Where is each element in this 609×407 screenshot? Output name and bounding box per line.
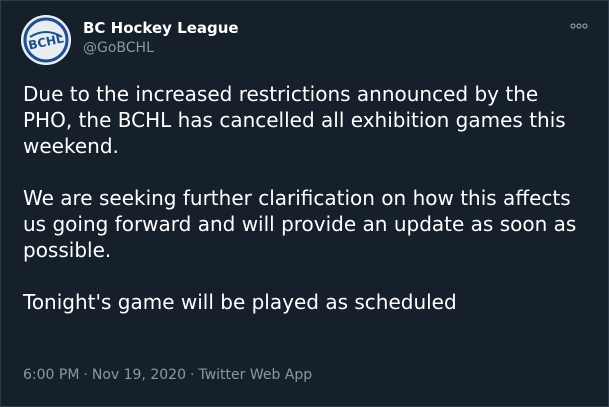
more-options-icon (570, 23, 588, 29)
tweet-time[interactable]: 6:00 PM (23, 367, 79, 383)
tweet-card: BCHL BC Hockey League @GoBCHL Due to the… (0, 0, 609, 407)
more-options-button[interactable] (568, 19, 590, 33)
meta-separator: · (190, 367, 195, 383)
bchl-logo-icon: BCHL (21, 15, 71, 65)
tweet-source[interactable]: Twitter Web App (198, 367, 312, 383)
author-display-name[interactable]: BC Hockey League (83, 19, 239, 37)
avatar[interactable]: BCHL (21, 15, 71, 65)
tweet-paragraph: We are seeking further clarification on … (23, 186, 577, 262)
tweet-metadata: 6:00 PM · Nov 19, 2020 · Twitter Web App (23, 367, 312, 383)
tweet-text: Due to the increased restrictions announ… (23, 81, 593, 315)
meta-separator: · (83, 367, 88, 383)
tweet-paragraph: Tonight's game will be played as schedul… (23, 290, 457, 314)
author-handle[interactable]: @GoBCHL (83, 40, 154, 56)
tweet-paragraph: Due to the increased restrictions announ… (23, 82, 566, 158)
tweet-date[interactable]: Nov 19, 2020 (92, 367, 186, 383)
